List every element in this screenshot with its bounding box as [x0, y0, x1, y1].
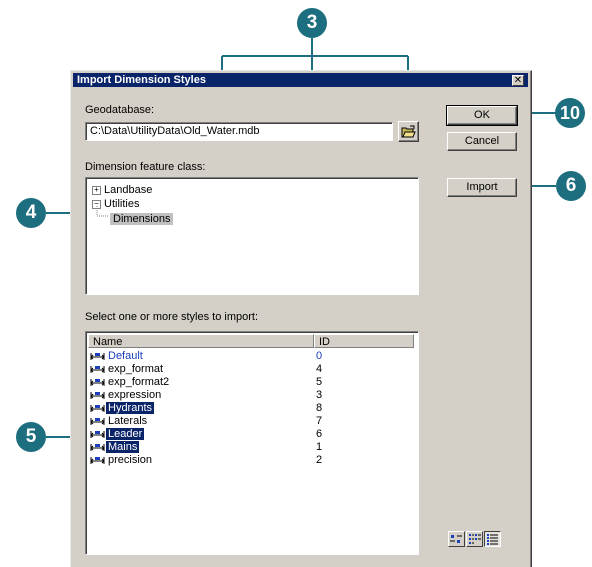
list-item[interactable]: exp_format 4 — [90, 363, 322, 376]
list-item[interactable]: exp_format2 5 — [90, 376, 322, 389]
close-button[interactable]: ✕ — [512, 75, 524, 86]
styles-label: Select one or more styles to import: — [85, 311, 259, 323]
style-id: 6 — [316, 428, 323, 440]
style-id: 4 — [316, 363, 323, 375]
dimension-style-icon — [90, 365, 105, 373]
large-icons-view-button[interactable] — [448, 531, 465, 547]
ok-button[interactable]: OK — [446, 105, 518, 126]
feature-class-label: Dimension feature class: — [85, 161, 206, 173]
callout-5: 5 — [16, 422, 46, 452]
list-item-selected[interactable]: Hydrants 8 — [90, 402, 322, 415]
tree-node-label: Dimensions — [110, 213, 174, 225]
dimension-style-icon — [90, 430, 105, 438]
tree-node-label: Landbase — [104, 184, 153, 196]
open-folder-icon — [401, 125, 416, 138]
dimension-style-icon — [90, 404, 105, 412]
style-name: Default — [108, 350, 143, 362]
feature-class-tree[interactable]: + Landbase − Utilities Dimensions — [85, 177, 419, 295]
details-view-icon — [487, 534, 498, 545]
tree-node-dimensions[interactable]: Dimensions — [110, 212, 174, 226]
style-name: Leader — [106, 428, 145, 440]
dimension-style-icon — [90, 443, 105, 451]
large-icons-view-icon — [450, 535, 462, 543]
list-item-selected[interactable]: Mains 1 — [90, 441, 322, 454]
style-id: 0 — [316, 350, 323, 362]
callout-10: 10 — [555, 98, 585, 128]
column-header-id[interactable]: ID — [314, 334, 414, 348]
cancel-button[interactable]: Cancel — [447, 132, 517, 151]
style-id: 8 — [316, 402, 323, 414]
list-view-icon — [469, 534, 481, 544]
style-id: 1 — [316, 441, 323, 453]
list-item-selected[interactable]: Leader 6 — [90, 428, 322, 441]
title-bar: Import Dimension Styles ✕ — [73, 73, 528, 87]
style-id: 3 — [316, 389, 323, 401]
expand-icon[interactable]: + — [92, 185, 101, 195]
style-id: 7 — [316, 415, 323, 427]
callout-4: 4 — [16, 198, 46, 228]
style-id: 5 — [316, 376, 323, 388]
list-item[interactable]: Default 0 — [90, 350, 322, 363]
style-name: Hydrants — [106, 402, 155, 414]
style-name: precision — [108, 454, 153, 466]
import-dimension-styles-dialog: Import Dimension Styles ✕ Geodatabase: C… — [70, 70, 532, 567]
dimension-style-icon — [90, 352, 105, 360]
styles-list[interactable]: Name ID Default 0 exp_format 4 exp_forma… — [85, 331, 419, 555]
dialog-title: Import Dimension Styles — [77, 74, 206, 86]
column-header-name[interactable]: Name — [88, 334, 314, 348]
dimension-style-icon — [90, 378, 105, 386]
style-id: 2 — [316, 454, 323, 466]
dimension-style-icon — [90, 456, 105, 464]
import-button[interactable]: Import — [447, 178, 517, 197]
dimension-style-icon — [90, 417, 105, 425]
browse-button[interactable] — [398, 121, 419, 142]
geodatabase-path-text: C:\Data\UtilityData\Old_Water.mdb — [90, 125, 260, 137]
list-view-button[interactable] — [466, 531, 483, 547]
style-name: exp_format — [108, 363, 164, 375]
geodatabase-label: Geodatabase: — [85, 104, 155, 116]
list-item[interactable]: precision 2 — [90, 454, 322, 467]
style-name: exp_format2 — [108, 376, 170, 388]
dimension-style-icon — [90, 391, 105, 399]
details-view-button[interactable] — [484, 531, 501, 547]
callout-6: 6 — [556, 171, 586, 201]
style-name: Laterals — [108, 415, 148, 427]
style-name: Mains — [106, 441, 140, 453]
tree-node-landbase[interactable]: + Landbase — [92, 183, 152, 197]
list-item[interactable]: expression 3 — [90, 389, 322, 402]
geodatabase-path-field[interactable]: C:\Data\UtilityData\Old_Water.mdb — [85, 122, 393, 141]
list-item[interactable]: Laterals 7 — [90, 415, 322, 428]
callout-3: 3 — [297, 8, 327, 38]
style-name: expression — [108, 389, 162, 401]
